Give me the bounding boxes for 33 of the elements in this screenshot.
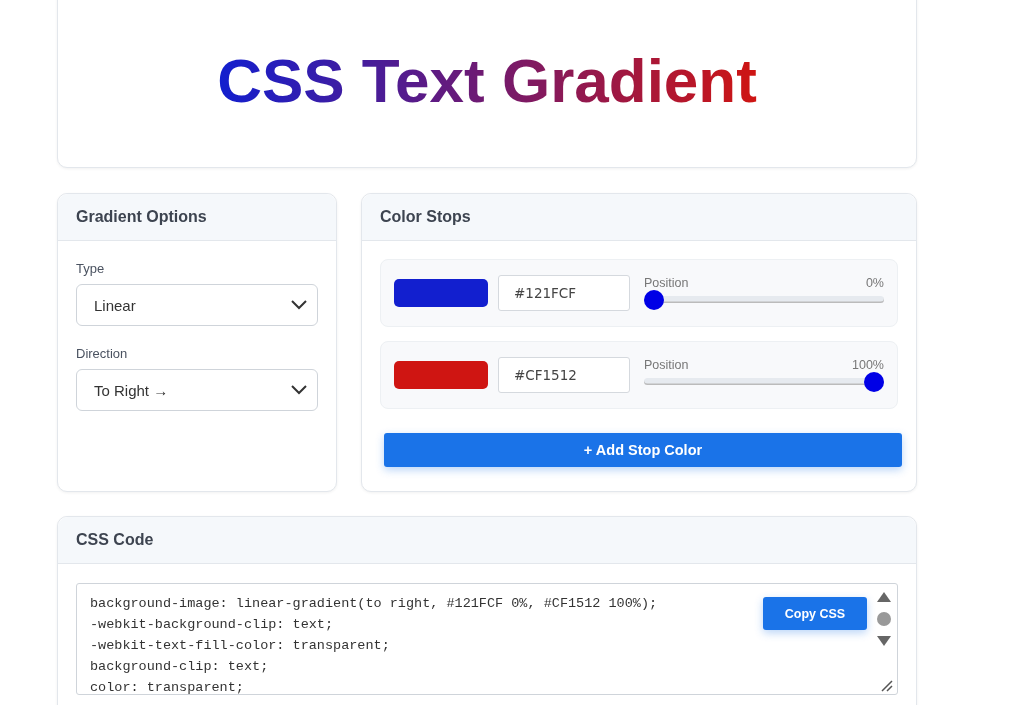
position-label: Position [644,358,689,372]
position-value: 100% [852,358,884,372]
slider-track[interactable] [644,290,884,310]
code-line: -webkit-background-clip: text; [90,616,334,634]
code-line: color: transparent; [90,679,244,694]
code-line: background-clip: text; [90,658,269,676]
slider-thumb[interactable] [864,372,884,392]
field-label: Type [76,261,106,276]
card-title: Color Stops [380,208,471,226]
resize-grip-icon[interactable] [881,680,893,692]
code-line: -webkit-text-fill-color: transparent; [90,637,390,655]
card-title: CSS Code [76,531,154,549]
scroll-down-icon[interactable] [876,636,891,646]
code-line: background-image: linear-gradient(to right, #121FCF 0%, #CF1512 100%); [90,595,658,613]
chevron-down-icon [291,300,307,310]
slider-thumb[interactable] [644,290,664,310]
code-textarea[interactable]: background-image: linear-gradient(to right, #121FCF 0%, #CF1512 100%); -webkit-background-clip: text; -webkit-text-fill-color: transparent; background-clip: text; color: transparent; Copy CSS [76,583,898,695]
color-swatch[interactable] [394,361,488,389]
scrollbar-thumb[interactable] [876,612,891,626]
chevron-down-icon [291,385,307,395]
slider-track[interactable] [644,372,884,392]
card-title: Gradient Options [76,208,207,226]
color-swatch[interactable] [394,279,488,307]
dropdown[interactable]: To Right → [76,369,318,411]
hex-input[interactable]: #CF1512 [498,357,630,393]
hex-input[interactable]: #121FCF [498,275,630,311]
position-value: 0% [865,276,884,290]
copy-button[interactable]: Copy CSS [763,597,867,630]
add-stop-button[interactable]: + Add Stop Color [384,433,902,467]
dropdown[interactable]: Linear [76,284,318,326]
scroll-up-icon[interactable] [876,592,891,602]
position-label: Position [644,276,689,290]
field-label: Direction [76,346,129,361]
